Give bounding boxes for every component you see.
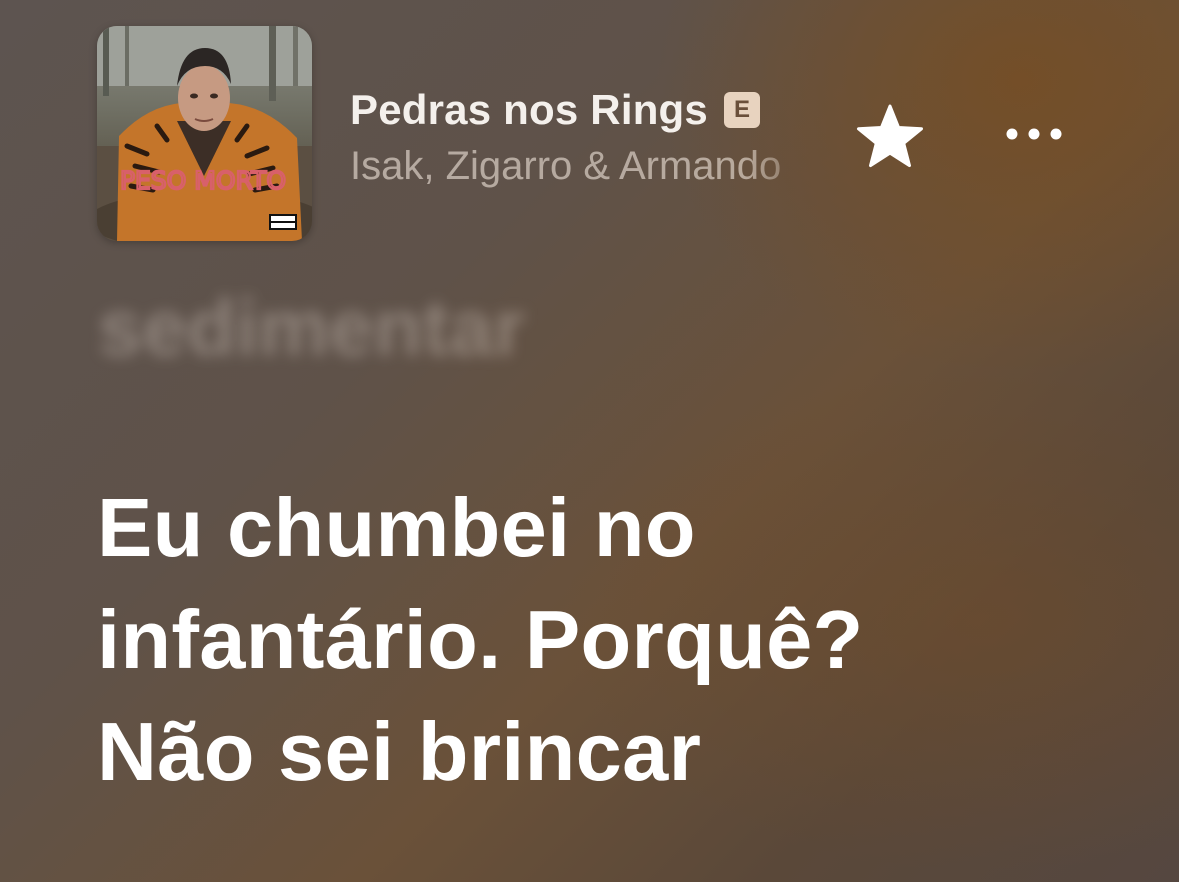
favorite-button[interactable] [852,98,928,174]
more-options-button[interactable] [992,104,1076,164]
lyric-line: Eu chumbei no [97,481,696,574]
star-icon [857,104,923,168]
album-artwork-image: PESO MORTO [97,26,312,241]
song-title-row: Pedras nos Rings E [350,84,832,136]
explicit-badge: E [723,92,760,128]
previous-lyric-line[interactable]: sedimentar [98,282,525,374]
ellipsis-icon [1006,128,1062,140]
current-lyric[interactable]: Eu chumbei no infantário. Porquê? Não se… [97,472,1097,808]
lyric-line: infantário. Porquê? [97,593,864,686]
song-artists[interactable]: Isak, Zigarro & Armando [350,144,832,189]
album-artwork[interactable]: PESO MORTO [97,26,312,241]
artwork-title-text: PESO MORTO [120,166,286,195]
lyric-line: Não sei brincar [97,705,702,798]
song-title: Pedras nos Rings [350,86,708,133]
song-info[interactable]: Pedras nos Rings E Isak, Zigarro & Arman… [350,84,832,189]
